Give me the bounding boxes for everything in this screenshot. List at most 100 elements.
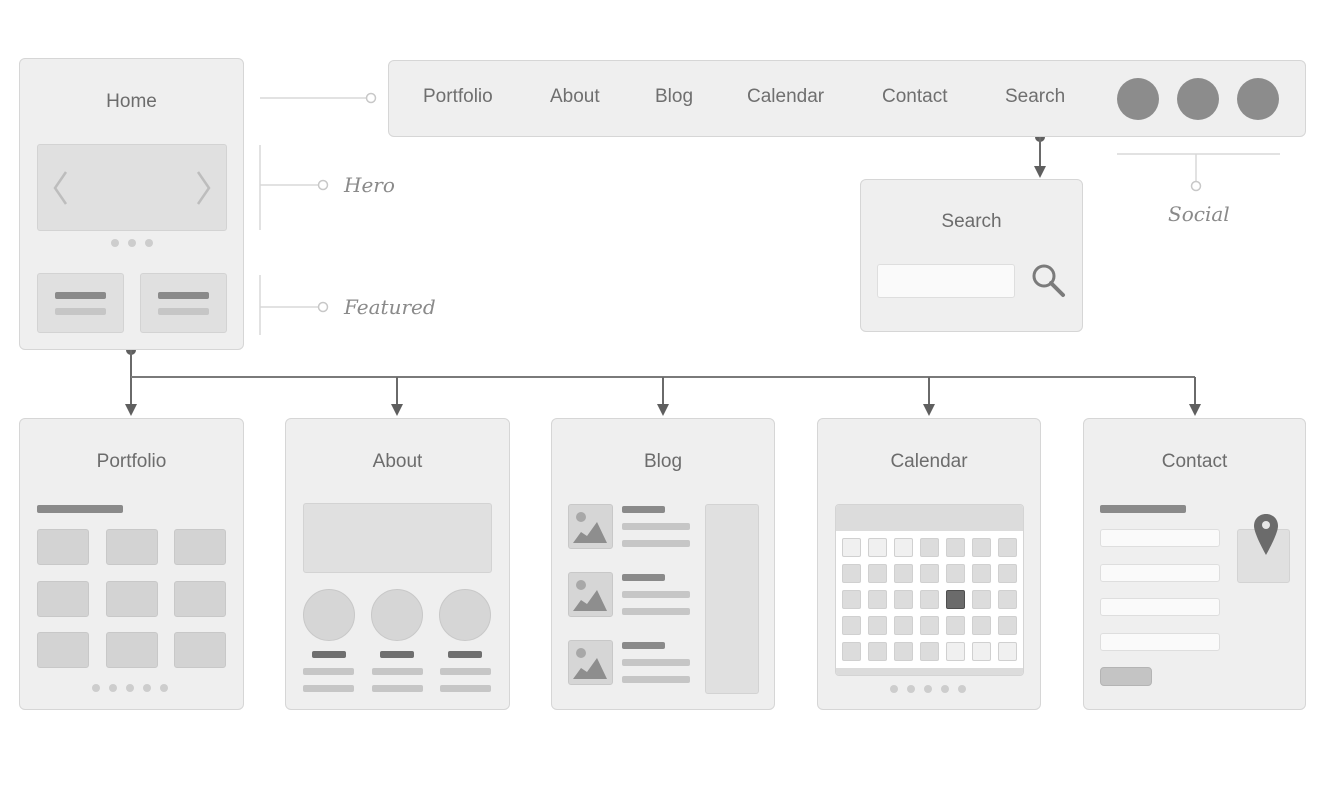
contact-message-field[interactable] [1100, 633, 1220, 651]
post-title-bar [622, 574, 665, 581]
calendar-day[interactable] [868, 642, 887, 661]
portfolio-thumbnail[interactable] [37, 581, 89, 617]
calendar-day[interactable] [894, 538, 913, 557]
pagination-dot[interactable] [92, 684, 100, 692]
calendar-day[interactable] [998, 538, 1017, 557]
search-title: Search [941, 211, 1002, 232]
carousel-dot[interactable] [111, 239, 119, 247]
nav-item-about[interactable]: About [550, 86, 600, 108]
calendar-day[interactable] [972, 538, 991, 557]
calendar-day[interactable] [920, 590, 939, 609]
contact-email-field[interactable] [1100, 564, 1220, 582]
social-icon[interactable] [1237, 78, 1279, 120]
pagination-dot[interactable] [160, 684, 168, 692]
image-placeholder-icon[interactable] [568, 572, 613, 617]
team-avatar[interactable] [371, 589, 423, 641]
portfolio-thumbnail[interactable] [106, 632, 158, 668]
contact-name-field[interactable] [1100, 529, 1220, 547]
blog-sidebar [705, 504, 759, 694]
nav-item-contact[interactable]: Contact [882, 86, 947, 108]
calendar-page-card[interactable]: Calendar [817, 418, 1041, 710]
pagination-dot[interactable] [907, 685, 915, 693]
image-placeholder-icon[interactable] [568, 504, 613, 549]
pagination-dot[interactable] [143, 684, 151, 692]
portfolio-thumbnail[interactable] [37, 632, 89, 668]
pagination-dot[interactable] [890, 685, 898, 693]
contact-page-card[interactable]: Contact [1083, 418, 1306, 710]
calendar-day[interactable] [842, 538, 861, 557]
calendar-day[interactable] [894, 590, 913, 609]
hero-carousel[interactable] [37, 144, 227, 231]
portfolio-thumbnail[interactable] [174, 529, 226, 565]
team-avatar[interactable] [303, 589, 355, 641]
home-page-card[interactable]: Home [19, 58, 244, 350]
pagination-dot[interactable] [924, 685, 932, 693]
nav-item-calendar[interactable]: Calendar [747, 86, 824, 108]
calendar-day[interactable] [894, 564, 913, 583]
social-icon[interactable] [1117, 78, 1159, 120]
chevron-right-icon[interactable] [196, 171, 212, 205]
calendar-day[interactable] [868, 616, 887, 635]
submit-button[interactable] [1100, 667, 1152, 686]
calendar-day[interactable] [868, 564, 887, 583]
blog-page-card[interactable]: Blog [551, 418, 775, 710]
search-page-card[interactable]: Search [860, 179, 1083, 332]
hero-annotation: Hero [344, 173, 395, 197]
calendar-day[interactable] [894, 642, 913, 661]
team-avatar[interactable] [439, 589, 491, 641]
calendar-day[interactable] [842, 642, 861, 661]
calendar-day[interactable] [920, 564, 939, 583]
calendar-day[interactable] [946, 564, 965, 583]
about-page-card[interactable]: About [285, 418, 510, 710]
calendar-day[interactable] [972, 590, 991, 609]
portfolio-thumbnail[interactable] [37, 529, 89, 565]
featured-item[interactable] [37, 273, 124, 333]
calendar-day[interactable] [972, 564, 991, 583]
calendar-day[interactable] [946, 616, 965, 635]
calendar-day[interactable] [998, 564, 1017, 583]
calendar-day[interactable] [894, 616, 913, 635]
social-icon[interactable] [1177, 78, 1219, 120]
pagination-dot[interactable] [958, 685, 966, 693]
pagination-dot[interactable] [941, 685, 949, 693]
calendar-day[interactable] [972, 616, 991, 635]
calendar-day[interactable] [998, 590, 1017, 609]
calendar-day[interactable] [920, 642, 939, 661]
about-title: About [372, 451, 423, 472]
portfolio-thumbnail[interactable] [174, 581, 226, 617]
calendar-day[interactable] [946, 642, 965, 661]
calendar-day[interactable] [842, 590, 861, 609]
pagination-dot[interactable] [126, 684, 134, 692]
pagination-dot[interactable] [109, 684, 117, 692]
calendar-day[interactable] [972, 642, 991, 661]
portfolio-page-card[interactable]: Portfolio [19, 418, 244, 710]
nav-item-search[interactable]: Search [1005, 86, 1065, 108]
contact-subject-field[interactable] [1100, 598, 1220, 616]
search-input[interactable] [877, 264, 1015, 298]
image-placeholder-icon[interactable] [568, 640, 613, 685]
portfolio-thumbnail[interactable] [106, 529, 158, 565]
chevron-left-icon[interactable] [52, 171, 68, 205]
map-pin-icon [1254, 514, 1278, 555]
carousel-dot[interactable] [128, 239, 136, 247]
portfolio-thumbnail[interactable] [106, 581, 158, 617]
calendar-day[interactable] [842, 616, 861, 635]
portfolio-thumbnail[interactable] [174, 632, 226, 668]
home-title: Home [106, 91, 157, 112]
featured-item[interactable] [140, 273, 227, 333]
calendar-day-selected[interactable] [946, 590, 965, 609]
arrow-contact [1189, 404, 1201, 416]
calendar-day[interactable] [920, 616, 939, 635]
calendar-day[interactable] [946, 538, 965, 557]
nav-item-blog[interactable]: Blog [655, 86, 693, 108]
calendar-day[interactable] [920, 538, 939, 557]
carousel-dot[interactable] [145, 239, 153, 247]
calendar-day[interactable] [842, 564, 861, 583]
post-text-bar [622, 608, 690, 615]
calendar-day[interactable] [868, 538, 887, 557]
calendar-day[interactable] [998, 642, 1017, 661]
search-icon[interactable] [1031, 263, 1067, 299]
calendar-day[interactable] [868, 590, 887, 609]
nav-item-portfolio[interactable]: Portfolio [423, 86, 493, 108]
calendar-day[interactable] [998, 616, 1017, 635]
